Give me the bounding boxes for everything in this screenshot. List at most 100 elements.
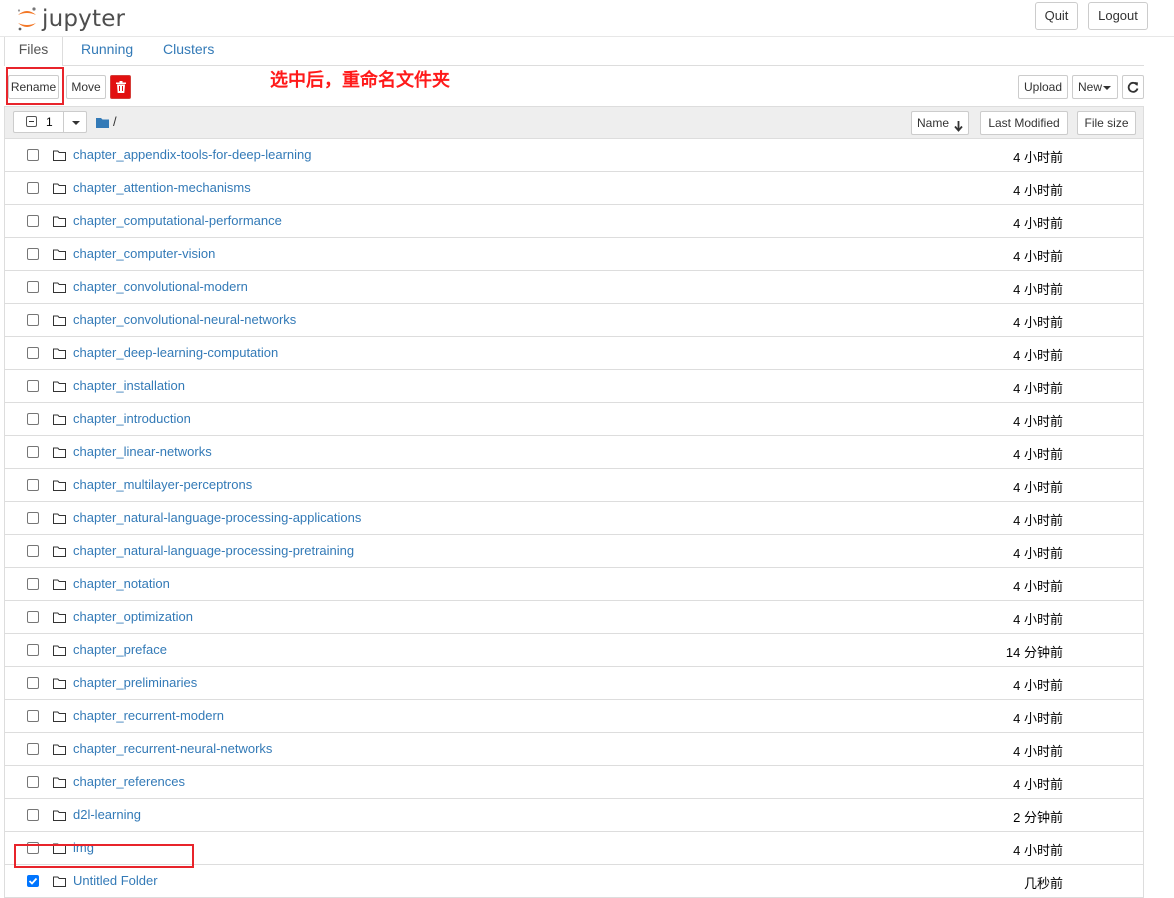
file-row[interactable]: chapter_linear-networks 4 小时前 [5,436,1143,469]
last-modified: 14 分钟前 [1005,645,1063,660]
folder-icon [53,545,66,560]
row-checkbox[interactable] [27,413,39,425]
row-checkbox[interactable] [27,875,39,887]
folder-name-link[interactable]: d2l-learning [73,807,141,822]
row-checkbox[interactable] [27,644,39,656]
folder-name-link[interactable]: chapter_attention-mechanisms [73,180,251,195]
row-checkbox[interactable] [27,380,39,392]
tab-clusters[interactable]: Clusters [163,37,214,65]
folder-icon [53,512,66,527]
row-checkbox[interactable] [27,809,39,821]
file-row[interactable]: chapter_computational-performance 4 小时前 [5,205,1143,238]
new-dropdown-button[interactable]: New [1072,75,1118,99]
file-row[interactable]: chapter_multilayer-perceptrons 4 小时前 [5,469,1143,502]
folder-name-link[interactable]: chapter_optimization [73,609,193,624]
logout-button[interactable]: Logout [1088,2,1148,30]
folder-name-link[interactable]: chapter_introduction [73,411,191,426]
file-row[interactable]: chapter_convolutional-modern 4 小时前 [5,271,1143,304]
upload-button[interactable]: Upload [1018,75,1068,99]
folder-name-link[interactable]: chapter_natural-language-processing-appl… [73,510,361,525]
move-button[interactable]: Move [66,75,106,99]
folder-icon [53,215,66,230]
file-row[interactable]: chapter_computer-vision 4 小时前 [5,238,1143,271]
sort-last-modified-button[interactable]: Last Modified [980,111,1068,135]
quit-button[interactable]: Quit [1035,2,1078,30]
refresh-button[interactable] [1122,75,1144,99]
tab-running[interactable]: Running [81,37,133,65]
row-checkbox[interactable] [27,248,39,260]
caret-down-icon [1103,86,1111,90]
row-checkbox[interactable] [27,347,39,359]
file-row[interactable]: chapter_recurrent-neural-networks 4 小时前 [5,733,1143,766]
folder-icon [53,347,66,362]
folder-name-link[interactable]: chapter_deep-learning-computation [73,345,278,360]
row-checkbox[interactable] [27,677,39,689]
folder-name-link[interactable]: chapter_natural-language-processing-pret… [73,543,354,558]
row-checkbox[interactable] [27,149,39,161]
row-checkbox[interactable] [27,446,39,458]
select-all-checkbox[interactable] [26,116,37,127]
file-row[interactable]: chapter_optimization 4 小时前 [5,601,1143,634]
file-row[interactable]: chapter_preliminaries 4 小时前 [5,667,1143,700]
folder-name-link[interactable]: chapter_convolutional-neural-networks [73,312,296,327]
row-checkbox[interactable] [27,281,39,293]
file-row[interactable]: Untitled Folder 几秒前 [5,865,1143,897]
folder-name-link[interactable]: chapter_multilayer-perceptrons [73,477,252,492]
file-row[interactable]: chapter_recurrent-modern 4 小时前 [5,700,1143,733]
file-row[interactable]: chapter_convolutional-neural-networks 4 小… [5,304,1143,337]
folder-name-link[interactable]: chapter_references [73,774,185,789]
row-checkbox[interactable] [27,776,39,788]
folder-name-link[interactable]: chapter_computer-vision [73,246,215,261]
row-checkbox[interactable] [27,314,39,326]
folder-icon [53,446,66,461]
folder-name-link[interactable]: chapter_computational-performance [73,213,282,228]
folder-name-link[interactable]: chapter_installation [73,378,185,393]
row-checkbox[interactable] [27,545,39,557]
folder-icon[interactable] [96,116,109,131]
file-row[interactable]: chapter_attention-mechanisms 4 小时前 [5,172,1143,205]
folder-name-link[interactable]: chapter_preliminaries [73,675,197,690]
row-checkbox[interactable] [27,215,39,227]
last-modified: 4 小时前 [1013,414,1063,429]
last-modified: 4 小时前 [1013,513,1063,528]
file-row[interactable]: chapter_notation 4 小时前 [5,568,1143,601]
last-modified: 4 小时前 [1013,777,1063,792]
file-row[interactable]: chapter_references 4 小时前 [5,766,1143,799]
folder-name-link[interactable]: Untitled Folder [73,873,158,888]
file-row[interactable]: chapter_appendix-tools-for-deep-learning… [5,139,1143,172]
sort-file-size-button[interactable]: File size [1077,111,1136,135]
file-row[interactable]: d2l-learning 2 分钟前 [5,799,1143,832]
folder-name-link[interactable]: chapter_convolutional-modern [73,279,248,294]
row-checkbox[interactable] [27,512,39,524]
folder-name-link[interactable]: chapter_recurrent-neural-networks [73,741,272,756]
file-row[interactable]: chapter_natural-language-processing-appl… [5,502,1143,535]
file-row[interactable]: chapter_deep-learning-computation 4 小时前 [5,337,1143,370]
row-checkbox[interactable] [27,182,39,194]
row-checkbox[interactable] [27,710,39,722]
delete-button[interactable] [110,75,131,99]
row-checkbox[interactable] [27,611,39,623]
file-row[interactable]: chapter_preface 14 分钟前 [5,634,1143,667]
last-modified: 4 小时前 [1013,315,1063,330]
sort-name-button[interactable]: Name [911,111,969,135]
folder-icon [53,611,66,626]
file-row[interactable]: chapter_introduction 4 小时前 [5,403,1143,436]
folder-name-link[interactable]: chapter_linear-networks [73,444,212,459]
folder-name-link[interactable]: chapter_appendix-tools-for-deep-learning [73,147,311,162]
folder-name-link[interactable]: chapter_preface [73,642,167,657]
row-checkbox[interactable] [27,479,39,491]
file-row[interactable]: chapter_installation 4 小时前 [5,370,1143,403]
last-modified: 2 分钟前 [1013,810,1063,825]
jupyter-logo[interactable]: jupyter [16,6,125,32]
tab-files[interactable]: Files [4,37,63,66]
file-row[interactable]: chapter_natural-language-processing-pret… [5,535,1143,568]
folder-name-link[interactable]: chapter_notation [73,576,170,591]
folder-icon [53,578,66,593]
folder-name-link[interactable]: chapter_recurrent-modern [73,708,224,723]
row-checkbox[interactable] [27,578,39,590]
select-all-dropdown[interactable]: 1 [13,111,87,133]
folder-icon [53,281,66,296]
row-checkbox[interactable] [27,743,39,755]
breadcrumb-path[interactable]: / [113,114,117,129]
last-modified: 4 小时前 [1013,447,1063,462]
